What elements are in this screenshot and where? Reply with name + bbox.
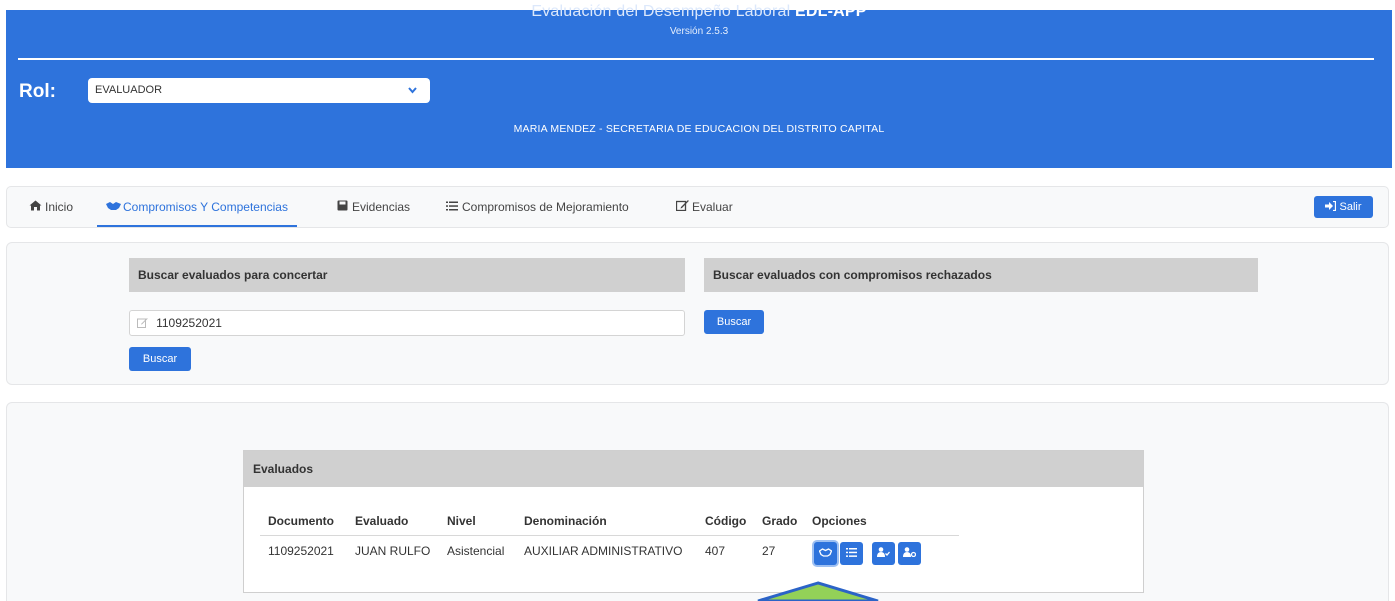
rechazados-search-header: Buscar evaluados con compromisos rechaza…	[704, 258, 1258, 292]
nav-item-evidencias[interactable]: Evidencias	[335, 187, 410, 227]
table-header-divider	[260, 535, 959, 536]
list-icon	[846, 547, 857, 559]
column-header-nivel: Nivel	[447, 514, 476, 528]
nav-item-compromisos-mejoramiento[interactable]: Compromisos de Mejoramiento	[445, 187, 629, 227]
search-panel: Buscar evaluados para concertar Buscar e…	[6, 242, 1389, 385]
nav-item-evaluar[interactable]: Evaluar	[675, 187, 733, 227]
concertar-compromisos-button[interactable]	[814, 542, 837, 565]
cell-denominacion: AUXILIAR ADMINISTRATIVO	[524, 544, 683, 558]
home-icon	[28, 187, 42, 227]
header-divider	[18, 58, 1374, 60]
buscar-rechazados-button[interactable]: Buscar	[704, 310, 764, 334]
document-search-value: 1109252021	[156, 316, 222, 330]
main-nav: Inicio Compromisos Y Competencias Eviden…	[6, 186, 1389, 228]
handshake-icon	[818, 547, 833, 559]
user-check-button[interactable]	[872, 542, 895, 565]
evaluados-card-header: Evaluados	[244, 451, 1143, 487]
cell-grado: 27	[762, 544, 776, 558]
column-header-opciones: Opciones	[812, 514, 867, 528]
annotation-arrow-icon	[757, 581, 879, 601]
nav-item-compromisos-competencias[interactable]: Compromisos Y Competencias	[97, 187, 297, 227]
results-panel: Evaluados Documento Evaluado Nivel Denom…	[6, 402, 1389, 601]
list-compromisos-button[interactable]	[840, 542, 863, 565]
rol-select-value: EVALUADOR	[95, 84, 163, 96]
handshake-icon	[106, 187, 121, 227]
buscar-concertar-button[interactable]: Buscar	[129, 347, 191, 371]
app-title: Evaluación del Desempeño Laboral EDL-APP	[531, 3, 867, 20]
user-info: MARIA MENDEZ - SECRETARIA DE EDUCACION D…	[513, 123, 885, 135]
edit-icon	[137, 318, 151, 330]
column-header-evaluado: Evaluado	[355, 514, 409, 528]
user-settings-button[interactable]	[898, 542, 921, 565]
list-icon	[445, 187, 459, 227]
save-icon	[335, 187, 349, 227]
rol-select[interactable]: EVALUADOR	[88, 78, 430, 103]
chevron-down-icon	[408, 78, 417, 113]
concertar-search-header: Buscar evaluados para concertar	[129, 258, 685, 292]
cell-evaluado: JUAN RULFO	[355, 544, 431, 558]
cell-documento: 1109252021	[268, 544, 334, 558]
column-header-denominacion: Denominación	[524, 514, 607, 528]
evaluados-card: Evaluados Documento Evaluado Nivel Denom…	[243, 450, 1144, 593]
column-header-grado: Grado	[762, 514, 798, 528]
user-settings-icon	[903, 547, 917, 559]
sign-out-icon	[1325, 200, 1339, 213]
nav-item-inicio[interactable]: Inicio	[28, 187, 73, 227]
app-version: Versión 2.5.3	[669, 26, 729, 37]
edit-icon	[675, 187, 689, 227]
column-header-codigo: Código	[705, 514, 747, 528]
app-header: Evaluación del Desempeño Laboral EDL-APP…	[6, 3, 1392, 168]
cell-nivel: Asistencial	[447, 544, 505, 558]
column-header-documento: Documento	[268, 514, 334, 528]
logout-button[interactable]: Salir	[1314, 196, 1373, 218]
document-search-input[interactable]: 1109252021	[129, 310, 685, 336]
rol-label: Rol:	[19, 81, 56, 102]
cell-codigo: 407	[705, 544, 726, 558]
user-check-icon	[877, 547, 890, 559]
